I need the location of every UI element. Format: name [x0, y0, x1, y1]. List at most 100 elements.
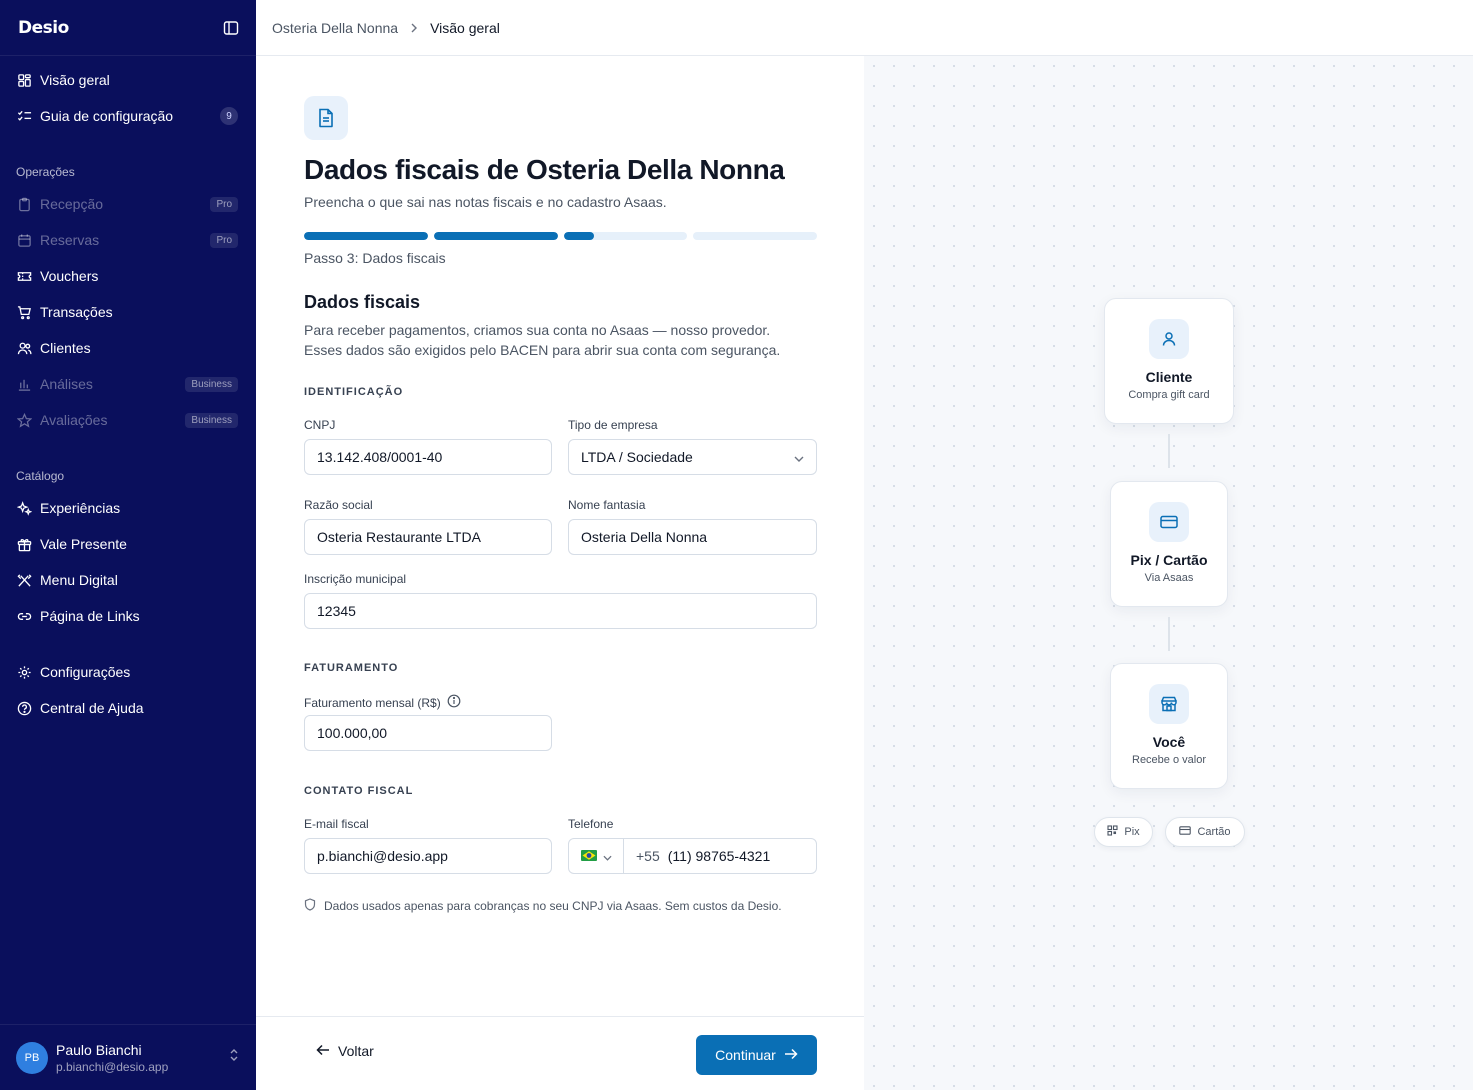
- faturamento-input[interactable]: 100.000,00: [304, 715, 552, 751]
- shield-icon: [304, 898, 316, 914]
- sidebar-item-label: Guia de configuração: [40, 108, 174, 124]
- sidebar-item-central-ajuda[interactable]: Central de Ajuda: [16, 694, 238, 722]
- page-subtitle: Preencha o que sai nas notas fiscais e n…: [304, 194, 667, 210]
- razao-social-value: Osteria Restaurante LTDA: [317, 529, 481, 545]
- breadcrumb: Osteria Della Nonna Visão geral: [256, 0, 1473, 56]
- telefone-label: Telefone: [568, 817, 614, 831]
- checklist-icon: [16, 108, 32, 124]
- sidebar-item-configuracoes[interactable]: Configurações: [16, 658, 238, 686]
- sidebar-item-label: Reservas: [40, 232, 100, 248]
- sidebar-item-vale-presente[interactable]: Vale Presente: [16, 530, 238, 558]
- calendar-icon: [16, 232, 32, 248]
- users-icon: [16, 340, 32, 356]
- arrow-right-icon: [784, 1047, 798, 1063]
- progress-fill: [304, 232, 428, 240]
- qr-icon: [1107, 825, 1118, 839]
- sidebar-item-guia[interactable]: Guia de configuração 9: [16, 102, 238, 130]
- chevron-down-icon: [602, 848, 612, 864]
- setup-count-badge: 9: [220, 107, 238, 125]
- card-icon: [1149, 502, 1189, 542]
- tipo-empresa-label: Tipo de empresa: [568, 418, 658, 432]
- payment-flow-illustration: Cliente Compra gift card Pix / Cartão Vi…: [864, 56, 1473, 1090]
- country-select[interactable]: [569, 839, 624, 873]
- nome-fantasia-input[interactable]: Osteria Della Nonna: [568, 519, 817, 555]
- continue-button[interactable]: Continuar: [696, 1035, 817, 1075]
- inscricao-municipal-value: 12345: [317, 603, 356, 619]
- flow-card-pix-cartao: Pix / Cartão Via Asaas: [1110, 481, 1228, 607]
- tipo-empresa-value: LTDA / Sociedade: [581, 449, 693, 465]
- avatar: PB: [16, 1041, 48, 1074]
- email-fiscal-input[interactable]: p.bianchi@desio.app: [304, 838, 552, 874]
- inscricao-municipal-input[interactable]: 12345: [304, 593, 817, 629]
- section-description: Para receber pagamentos, criamos sua con…: [304, 320, 824, 360]
- document-icon: [304, 96, 348, 140]
- back-button-label: Voltar: [338, 1043, 374, 1059]
- user-menu[interactable]: PB Paulo Bianchi p.bianchi@desio.app: [0, 1024, 256, 1090]
- breadcrumb-current: Visão geral: [430, 19, 500, 36]
- sidebar-item-clientes[interactable]: Clientes: [16, 334, 238, 362]
- sidebar-item-vouchers[interactable]: Vouchers: [16, 262, 238, 290]
- store-icon: [1149, 684, 1189, 724]
- flow-card-cliente: Cliente Compra gift card: [1104, 298, 1234, 424]
- sidebar-item-label: Clientes: [40, 340, 91, 356]
- star-icon: [16, 412, 32, 428]
- sidebar-item-label: Análises: [40, 376, 93, 392]
- email-fiscal-value: p.bianchi@desio.app: [317, 848, 448, 864]
- user-name: Paulo Bianchi: [56, 1041, 142, 1058]
- flow-card-voce: Você Recebe o valor: [1110, 663, 1228, 789]
- chevron-down-icon: [794, 449, 804, 465]
- grid-icon: [16, 72, 32, 88]
- back-button[interactable]: Voltar: [316, 1043, 374, 1059]
- sidebar-item-reservas[interactable]: Reservas Pro: [16, 226, 238, 254]
- razao-social-input[interactable]: Osteria Restaurante LTDA: [304, 519, 552, 555]
- faturamento-label: Faturamento mensal (R$): [304, 695, 441, 710]
- cart-icon: [16, 304, 32, 320]
- flow-connector: [1168, 434, 1170, 468]
- chip-label: Cartão: [1197, 826, 1231, 838]
- progress-segment-4: [693, 232, 817, 240]
- flow-card-title: Pix / Cartão: [1130, 552, 1208, 568]
- sidebar-toggle-icon[interactable]: [222, 19, 240, 37]
- link-icon: [16, 608, 32, 624]
- gear-icon: [16, 664, 32, 680]
- sidebar-item-visao-geral[interactable]: Visão geral: [16, 66, 238, 94]
- sidebar-item-label: Experiências: [40, 500, 121, 516]
- privacy-note: Dados usados apenas para cobranças no se…: [304, 898, 782, 914]
- sidebar-item-menu-digital[interactable]: Menu Digital: [16, 566, 238, 594]
- arrow-left-icon: [316, 1043, 330, 1059]
- tipo-empresa-select[interactable]: LTDA / Sociedade: [568, 439, 817, 475]
- ticket-icon: [16, 268, 32, 284]
- sidebar-item-pagina-links[interactable]: Página de Links: [16, 602, 238, 630]
- telefone-value: (11) 98765-4321: [667, 848, 771, 864]
- razao-social-label: Razão social: [304, 498, 373, 512]
- sidebar-item-transacoes[interactable]: Transações: [16, 298, 238, 326]
- sidebar-item-analises[interactable]: Análises Business: [16, 370, 238, 398]
- telefone-number: +55 (11) 98765-4321: [624, 848, 770, 864]
- sidebar-item-avaliacoes[interactable]: Avaliações Business: [16, 406, 238, 434]
- flow-card-subtitle: Recebe o valor: [1132, 754, 1206, 766]
- sidebar-item-experiencias[interactable]: Experiências: [16, 494, 238, 522]
- progress-segment-3: [563, 232, 688, 240]
- description-line-2: Esses dados são exigidos pelo BACEN para…: [304, 342, 781, 358]
- progress-fill: [563, 232, 595, 240]
- chevron-up-down-icon[interactable]: [228, 1048, 240, 1067]
- cnpj-input[interactable]: 13.142.408/0001-40: [304, 439, 552, 475]
- sparkles-icon: [16, 500, 32, 516]
- sidebar-header: Desio: [0, 0, 256, 56]
- sidebar-item-label: Transações: [40, 304, 113, 320]
- flow-connector: [1168, 617, 1170, 651]
- sidebar-item-recepcao[interactable]: Recepção Pro: [16, 190, 238, 218]
- description-line-1: Para receber pagamentos, criamos sua con…: [304, 322, 771, 338]
- faturamento-value: 100.000,00: [317, 725, 388, 741]
- chip-label: Pix: [1124, 826, 1140, 838]
- inscricao-municipal-label: Inscrição municipal: [304, 572, 407, 586]
- info-icon[interactable]: [447, 694, 461, 711]
- progress-fill: [433, 232, 558, 240]
- step-progress: [304, 232, 817, 240]
- desio-logo[interactable]: Desio: [18, 18, 69, 38]
- continue-button-label: Continuar: [715, 1047, 776, 1063]
- telefone-input[interactable]: +55 (11) 98765-4321: [568, 838, 817, 874]
- breadcrumb-parent[interactable]: Osteria Della Nonna: [272, 20, 398, 36]
- bar-chart-icon: [16, 376, 32, 392]
- sidebar-item-label: Página de Links: [40, 608, 140, 624]
